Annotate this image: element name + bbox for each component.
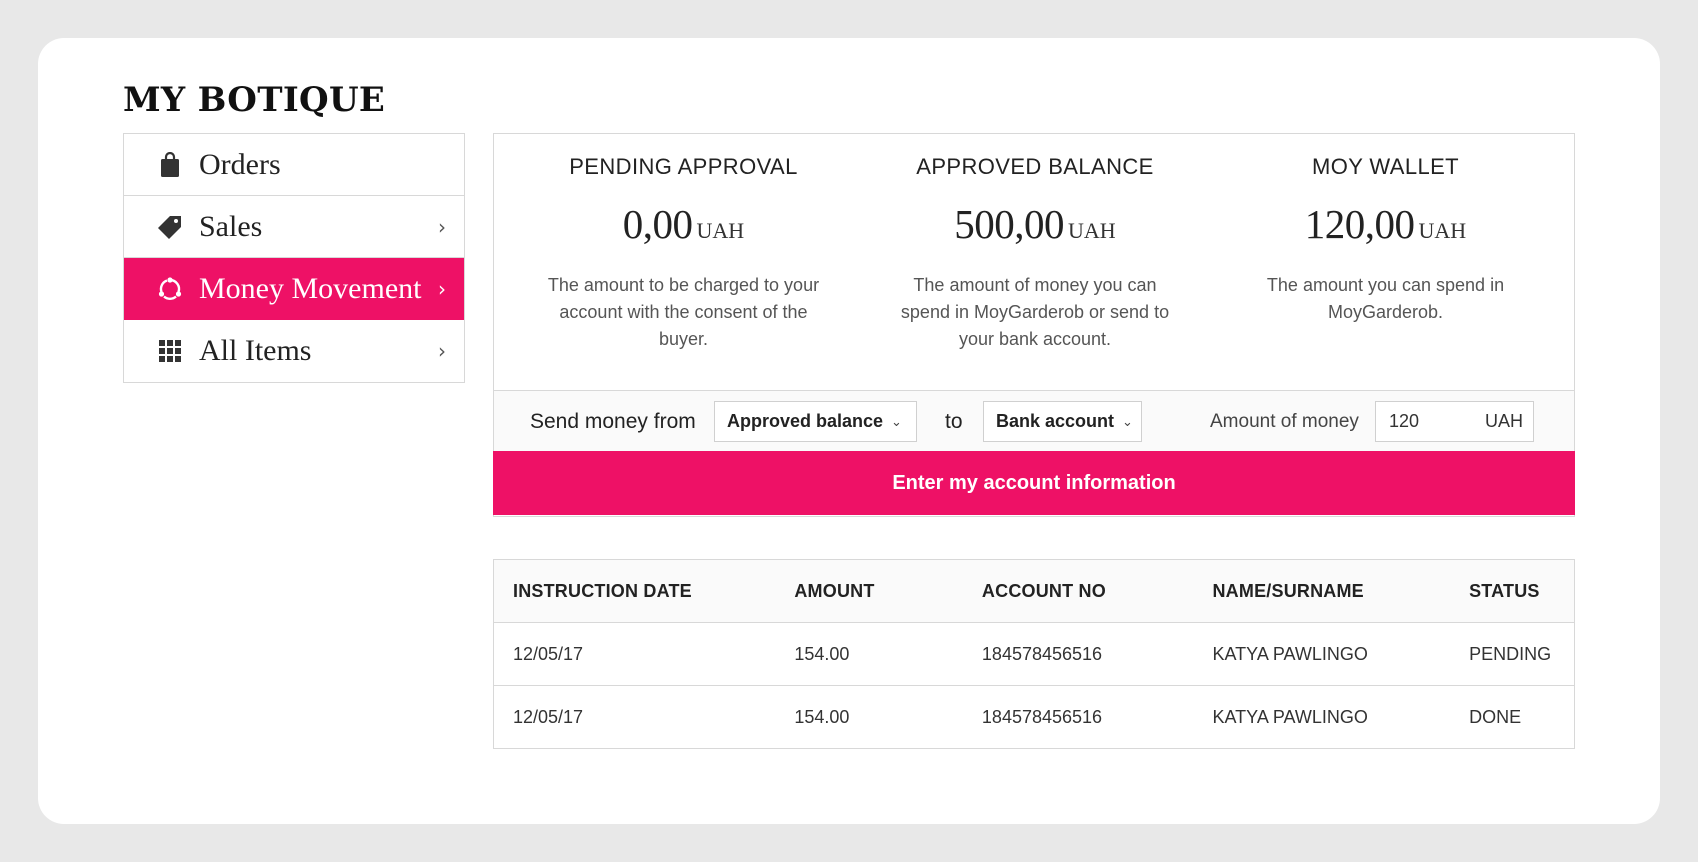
transfer-history-table: INSTRUCTION DATE AMOUNT ACCOUNT NO NAME/… bbox=[493, 559, 1575, 749]
balance-approved: APPROVED BALANCE 500,00 UAH The amount of… bbox=[873, 134, 1197, 390]
balance-moy-wallet: MOY WALLET 120,00 UAH The amount you can … bbox=[1197, 134, 1574, 390]
amount-input[interactable]: 120 UAH bbox=[1375, 401, 1534, 442]
enter-account-info-button[interactable]: Enter my account information bbox=[493, 451, 1575, 515]
sidebar-item-label: Sales bbox=[199, 209, 263, 243]
balance-value: 120,00 bbox=[1304, 201, 1415, 247]
table-header-row: INSTRUCTION DATE AMOUNT ACCOUNT NO NAME/… bbox=[494, 560, 1574, 623]
to-label: to bbox=[945, 409, 963, 433]
balance-title: MOY WALLET bbox=[1311, 154, 1460, 179]
money-cycle-icon bbox=[157, 276, 183, 302]
destination-select[interactable]: Bank account ⌄ bbox=[983, 401, 1142, 442]
balance-pending-approval: PENDING APPROVAL 0,00 UAH The amount to b… bbox=[494, 134, 873, 390]
destination-select-value: Bank account bbox=[996, 411, 1115, 431]
money-movement-panel: PENDING APPROVAL 0,00 UAH The amount to b… bbox=[493, 133, 1575, 517]
chevron-right-icon: › bbox=[438, 339, 446, 363]
table-row: 12/05/17 154.00 184578456516 KATYA PAWLI… bbox=[494, 685, 1574, 748]
sidebar-item-label: Orders bbox=[199, 147, 281, 181]
balance-value: 500,00 bbox=[954, 201, 1065, 247]
balance-summary: PENDING APPROVAL 0,00 UAH The amount to b… bbox=[494, 134, 1574, 390]
sidebar: Orders Sales › Money Movement › All Item… bbox=[123, 133, 465, 383]
balance-description: The amount to be charged to your account… bbox=[547, 275, 820, 349]
amount-label: Amount of money bbox=[1210, 410, 1359, 432]
transfer-form: Send money from Approved balance ⌄ to Ba… bbox=[494, 390, 1574, 452]
column-header-name-surname: NAME/SURNAME bbox=[1193, 560, 1451, 623]
balance-currency: UAH bbox=[696, 218, 745, 243]
balance-currency: UAH bbox=[1418, 218, 1467, 243]
chevron-right-icon: › bbox=[438, 214, 446, 239]
sidebar-item-sales[interactable]: Sales › bbox=[124, 196, 464, 258]
balance-description: The amount of money you can spend in Moy… bbox=[900, 275, 1170, 349]
cell-name-surname: KATYA PAWLINGO bbox=[1193, 622, 1451, 686]
balance-amount: 0,00 UAH bbox=[494, 200, 873, 248]
chevron-down-icon: ⌄ bbox=[1122, 413, 1133, 429]
balance-amount: 120,00 UAH bbox=[1197, 200, 1574, 248]
cell-account-no: 184578456516 bbox=[962, 685, 1194, 748]
cell-amount: 154.00 bbox=[775, 622, 963, 686]
sidebar-item-all-items[interactable]: All Items › bbox=[124, 320, 464, 382]
send-from-label: Send money from bbox=[530, 409, 696, 433]
balance-currency: UAH bbox=[1068, 218, 1116, 243]
column-header-instruction-date: INSTRUCTION DATE bbox=[494, 560, 776, 623]
price-tag-icon bbox=[157, 214, 183, 240]
grid-icon bbox=[157, 338, 183, 364]
table-row: 12/05/17 154.00 184578456516 KATYA PAWLI… bbox=[494, 622, 1574, 686]
cell-account-no: 184578456516 bbox=[962, 622, 1194, 686]
balance-title: PENDING APPROVAL bbox=[569, 154, 798, 179]
cell-name-surname: KATYA PAWLINGO bbox=[1193, 685, 1451, 748]
balance-description: The amount you can spend in MoyGarderob. bbox=[1266, 275, 1505, 322]
chevron-right-icon: › bbox=[438, 276, 446, 301]
column-header-account-no: ACCOUNT NO bbox=[962, 560, 1194, 623]
column-header-amount: AMOUNT bbox=[775, 560, 963, 623]
amount-value[interactable]: 120 bbox=[1389, 411, 1419, 432]
balance-amount: 500,00 UAH bbox=[873, 200, 1197, 248]
sidebar-item-money-movement[interactable]: Money Movement › bbox=[124, 258, 464, 320]
cell-instruction-date: 12/05/17 bbox=[494, 685, 776, 748]
page-title: MY BOTIQUE bbox=[123, 80, 386, 120]
balance-value: 0,00 bbox=[622, 201, 693, 247]
sidebar-item-label: All Items bbox=[199, 334, 312, 367]
cell-instruction-date: 12/05/17 bbox=[494, 622, 776, 686]
cell-amount: 154.00 bbox=[775, 685, 963, 748]
sidebar-item-orders[interactable]: Orders bbox=[124, 134, 464, 196]
balance-title: APPROVED BALANCE bbox=[916, 154, 1154, 179]
cell-status: DONE bbox=[1450, 685, 1574, 748]
source-select-value: Approved balance bbox=[727, 411, 884, 431]
sidebar-item-label: Money Movement bbox=[199, 271, 422, 305]
shopping-bag-icon bbox=[157, 151, 183, 178]
source-select[interactable]: Approved balance ⌄ bbox=[714, 401, 917, 442]
cell-status: PENDING bbox=[1450, 622, 1574, 686]
column-header-status: STATUS bbox=[1450, 560, 1574, 623]
amount-currency: UAH bbox=[1484, 411, 1523, 431]
chevron-down-icon: ⌄ bbox=[891, 413, 902, 429]
